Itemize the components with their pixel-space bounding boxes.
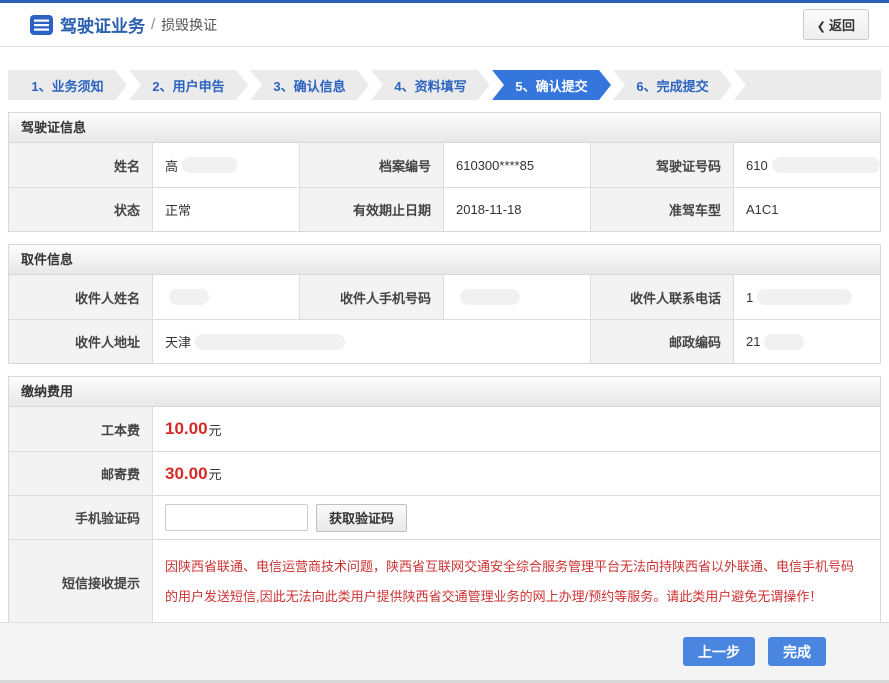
sms-notice-text: 因陕西省联通、电信运营商技术问题，陕西省互联网交通安全综合服务管理平台无法向持陕… — [165, 544, 880, 620]
back-button-label: 返回 — [829, 18, 855, 33]
redaction-blur — [764, 334, 804, 350]
step-2-label: 2、用户申告 — [152, 76, 224, 95]
sms-code-cell: 获取验证码 — [153, 496, 880, 539]
recipient-phone-value: 1 — [734, 275, 880, 319]
postage-fee-unit: 元 — [209, 464, 222, 483]
vehicle-class-label: 准驾车型 — [591, 188, 734, 231]
sms-code-row: 手机验证码 获取验证码 — [9, 495, 880, 539]
step-2-user-declaration: 2、用户申告 — [129, 70, 248, 100]
step-4-fill-data: 4、资料填写 — [371, 70, 490, 100]
sms-code-input[interactable] — [165, 504, 308, 531]
pickup-info-section: 取件信息 收件人姓名 收件人手机号码 收件人联系电话 1 收件人地址 天津 邮政… — [8, 244, 881, 364]
name-label: 姓名 — [9, 143, 153, 187]
redaction-blur — [757, 289, 852, 305]
postage-fee-row: 邮寄费 30.00元 — [9, 451, 880, 495]
expiry-date-value: 2018-11-18 — [444, 188, 591, 231]
breadcrumb-separator: / — [151, 16, 155, 33]
sms-notice-label: 短信接收提示 — [9, 540, 153, 624]
license-business-icon — [30, 15, 53, 35]
status-value: 正常 — [153, 188, 300, 231]
license-row-1: 姓名 高 档案编号 610300****85 驾驶证号码 610 — [9, 143, 880, 187]
license-number-value: 610 — [734, 143, 880, 187]
file-number-value: 610300****85 — [444, 143, 591, 187]
file-number-label: 档案编号 — [300, 143, 444, 187]
step-4-label: 4、资料填写 — [394, 76, 466, 95]
sms-notice-cell: 因陕西省联通、电信运营商技术问题，陕西省互联网交通安全综合服务管理平台无法向持陕… — [153, 540, 880, 624]
name-value: 高 — [153, 143, 300, 187]
sms-code-label: 手机验证码 — [9, 496, 153, 539]
finish-button[interactable]: 完成 — [768, 637, 826, 666]
license-info-section: 驾驶证信息 姓名 高 档案编号 610300****85 驾驶证号码 610 状… — [8, 112, 881, 232]
production-fee-unit: 元 — [209, 420, 222, 439]
step-bar-filler — [734, 70, 881, 100]
postage-fee-amount: 30.00 — [165, 464, 208, 484]
previous-step-button[interactable]: 上一步 — [683, 637, 755, 666]
back-button[interactable]: ❮返回 — [803, 9, 869, 40]
payment-section-title: 缴纳费用 — [9, 377, 880, 407]
license-section-title: 驾驶证信息 — [9, 113, 880, 143]
step-progress-bar: 1、业务须知 2、用户申告 3、确认信息 4、资料填写 5、确认提交 6、完成提… — [8, 70, 881, 100]
expiry-date-label: 有效期止日期 — [300, 188, 444, 231]
production-fee-amount: 10.00 — [165, 419, 208, 439]
back-chevron-icon: ❮ — [817, 21, 826, 33]
recipient-phone-label: 收件人联系电话 — [591, 275, 734, 319]
license-number-label: 驾驶证号码 — [591, 143, 734, 187]
step-1-label: 1、业务须知 — [31, 76, 103, 95]
status-label: 状态 — [9, 188, 153, 231]
step-1-business-notice: 1、业务须知 — [8, 70, 127, 100]
recipient-mobile-value — [444, 275, 591, 319]
breadcrumb-current: 损毁换证 — [161, 15, 217, 35]
pickup-row-1: 收件人姓名 收件人手机号码 收件人联系电话 1 — [9, 275, 880, 319]
redaction-blur — [182, 157, 237, 173]
production-fee-label: 工本费 — [9, 407, 153, 451]
pickup-section-title: 取件信息 — [9, 245, 880, 275]
recipient-name-value — [153, 275, 300, 319]
footer-action-bar: 上一步 完成 — [0, 622, 889, 680]
step-6-complete-submit: 6、完成提交 — [613, 70, 732, 100]
page-title: 驾驶证业务 — [60, 12, 145, 37]
recipient-address-label: 收件人地址 — [9, 320, 153, 363]
payment-section: 缴纳费用 工本费 10.00元 邮寄费 30.00元 手机验证码 获取验证码 短… — [8, 376, 881, 625]
postage-fee-label: 邮寄费 — [9, 452, 153, 495]
recipient-name-label: 收件人姓名 — [9, 275, 153, 319]
postal-code-value: 21 — [734, 320, 880, 363]
recipient-mobile-label: 收件人手机号码 — [300, 275, 444, 319]
page-header: 驾驶证业务 / 损毁换证 ❮返回 — [0, 3, 889, 47]
redaction-blur — [195, 334, 345, 350]
step-6-label: 6、完成提交 — [636, 76, 708, 95]
pickup-row-2: 收件人地址 天津 邮政编码 21 — [9, 319, 880, 363]
production-fee-row: 工本费 10.00元 — [9, 407, 880, 451]
recipient-address-value: 天津 — [153, 320, 591, 363]
postage-fee-value: 30.00元 — [153, 452, 880, 495]
redaction-blur — [169, 289, 209, 305]
vehicle-class-value: A1C1 — [734, 188, 880, 231]
production-fee-value: 10.00元 — [153, 407, 880, 451]
step-5-confirm-submit-active: 5、确认提交 — [492, 70, 611, 100]
step-3-confirm-info: 3、确认信息 — [250, 70, 369, 100]
redaction-blur — [460, 289, 520, 305]
step-3-label: 3、确认信息 — [273, 76, 345, 95]
license-row-2: 状态 正常 有效期止日期 2018-11-18 准驾车型 A1C1 — [9, 187, 880, 231]
step-5-label: 5、确认提交 — [515, 76, 587, 95]
postal-code-label: 邮政编码 — [591, 320, 734, 363]
get-sms-code-button[interactable]: 获取验证码 — [316, 504, 407, 532]
redaction-blur — [772, 157, 880, 173]
sms-notice-row: 短信接收提示 因陕西省联通、电信运营商技术问题，陕西省互联网交通安全综合服务管理… — [9, 539, 880, 624]
